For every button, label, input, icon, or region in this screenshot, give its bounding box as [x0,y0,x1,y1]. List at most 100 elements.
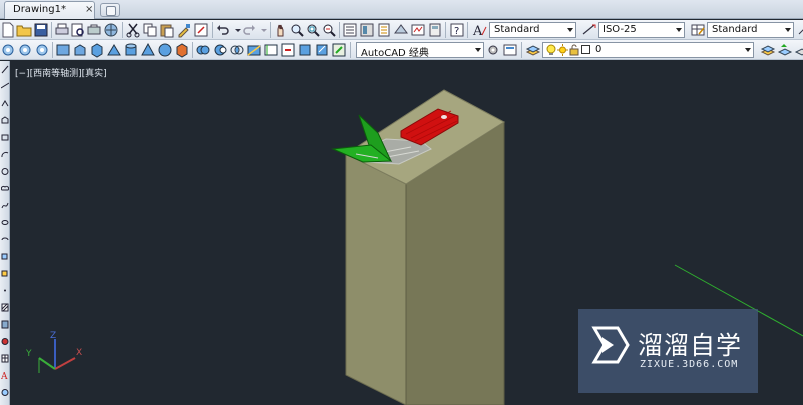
copy-icon[interactable] [142,22,158,38]
3d-dwf-icon[interactable] [103,22,119,38]
view-3d-icon[interactable] [17,42,33,58]
orbit-icon[interactable] [34,42,50,58]
multiline-text-icon[interactable]: A [1,371,9,380]
save-icon[interactable] [33,22,49,38]
cone-icon[interactable] [140,42,156,58]
quickcalc-icon[interactable] [427,22,443,38]
spline-icon[interactable] [1,201,9,210]
dimension-style-select[interactable]: ISO-25 [598,22,685,38]
my-workspace-icon[interactable] [502,42,518,58]
zoom-previous-icon[interactable] [321,22,337,38]
svg-text:A: A [472,24,483,38]
sheet-set-icon[interactable] [393,22,409,38]
new-tab-button[interactable] [100,3,120,17]
sphere-icon[interactable] [157,42,173,58]
markup-icon[interactable] [410,22,426,38]
layer-states-icon[interactable] [794,42,803,58]
layer-on-bulb-icon[interactable] [546,44,556,59]
3d-rotate-icon[interactable] [314,42,330,58]
toolbar-separator [350,42,351,58]
polygon-icon[interactable] [1,116,9,125]
make-block-icon[interactable] [1,269,9,278]
toolbar-separator [51,22,52,38]
tab-drawing1-label: Drawing1* [13,4,66,15]
new-file-icon[interactable] [0,22,16,38]
cylinder-icon[interactable] [123,42,139,58]
workspace-layer-toolbar: AutoCAD 经典 0 [0,40,803,60]
layer-select[interactable]: 0 [542,42,754,58]
redo-icon[interactable] [241,22,257,38]
point-icon[interactable] [1,286,9,295]
dim-style-icon[interactable] [581,22,597,38]
polyline-icon[interactable] [1,99,9,108]
undo-icon[interactable] [215,22,231,38]
layer-previous-icon[interactable] [777,42,793,58]
layer-color-swatch[interactable] [581,45,590,54]
union-icon[interactable] [195,42,211,58]
front-view-icon[interactable] [72,42,88,58]
top-view-icon[interactable] [55,42,71,58]
line-icon[interactable] [1,65,9,74]
interfere-icon[interactable] [280,42,296,58]
workspace-select[interactable]: AutoCAD 经典 [356,42,484,59]
watermark-url: ZIXUE.3D66.COM [640,359,739,370]
zoom-window-icon[interactable] [305,22,321,38]
subtract-icon[interactable] [212,42,228,58]
add-selected-icon[interactable] [1,388,9,397]
cut-icon[interactable] [125,22,141,38]
3d-move-icon[interactable] [297,42,313,58]
publish-icon[interactable] [86,22,102,38]
layer-lock-icon[interactable] [569,44,579,59]
paste-icon[interactable] [159,22,175,38]
table-style-icon[interactable] [690,22,706,38]
wedge-icon[interactable] [106,42,122,58]
zoom-realtime-icon[interactable] [289,22,305,38]
make-current-layer-icon[interactable] [760,42,776,58]
layer-freeze-sun-icon[interactable] [557,44,568,59]
close-tab-icon[interactable]: × [85,4,93,15]
toolbar-separator [467,22,468,38]
insert-block-icon[interactable] [1,252,9,261]
help-icon[interactable]: ? [449,22,465,38]
tab-drawing1[interactable]: Drawing1* × [4,1,95,19]
toolbar-separator [212,22,213,38]
table-style-select[interactable]: Standard [707,22,794,38]
design-center-icon[interactable] [359,22,375,38]
box-icon[interactable] [89,42,105,58]
properties-icon[interactable] [342,22,358,38]
document-tab-bar: Drawing1* × [0,0,803,19]
plot-icon[interactable] [54,22,70,38]
layer-properties-icon[interactable] [525,42,541,58]
ucs-x-label: X [76,348,82,358]
circle-icon[interactable] [1,167,9,176]
toolbar-separator [445,22,446,38]
block-editor-icon[interactable] [193,22,209,38]
section-icon[interactable] [263,42,279,58]
workspace-settings-icon[interactable] [485,42,501,58]
viewport-controls-label[interactable]: [−][西南等轴测][真实] [15,66,107,79]
ellipse-arc-icon[interactable] [1,235,9,244]
intersect-icon[interactable] [229,42,245,58]
text-style-icon[interactable]: A [471,22,487,38]
construction-line-icon[interactable] [1,81,9,90]
3d-align-icon[interactable] [331,42,347,58]
match-properties-icon[interactable] [176,22,192,38]
slice-icon[interactable] [246,42,262,58]
open-folder-icon[interactable] [16,22,32,38]
gradient-icon[interactable] [1,320,9,329]
extrude-icon[interactable] [174,42,190,58]
arc-icon[interactable] [1,150,9,159]
tool-palettes-icon[interactable] [376,22,392,38]
table-icon[interactable] [1,354,9,363]
revision-cloud-icon[interactable] [1,184,9,193]
chevron-down-icon [567,28,573,32]
pan-icon[interactable] [273,22,289,38]
workspace-icon[interactable] [0,42,16,58]
plot-preview-icon[interactable] [70,22,86,38]
text-style-select[interactable]: Standard [489,22,576,38]
rectangle-icon[interactable] [1,133,9,142]
multileader-style-icon[interactable] [797,22,803,38]
region-icon[interactable] [1,337,9,346]
hatch-icon[interactable] [1,303,9,312]
ellipse-icon[interactable] [1,218,9,227]
